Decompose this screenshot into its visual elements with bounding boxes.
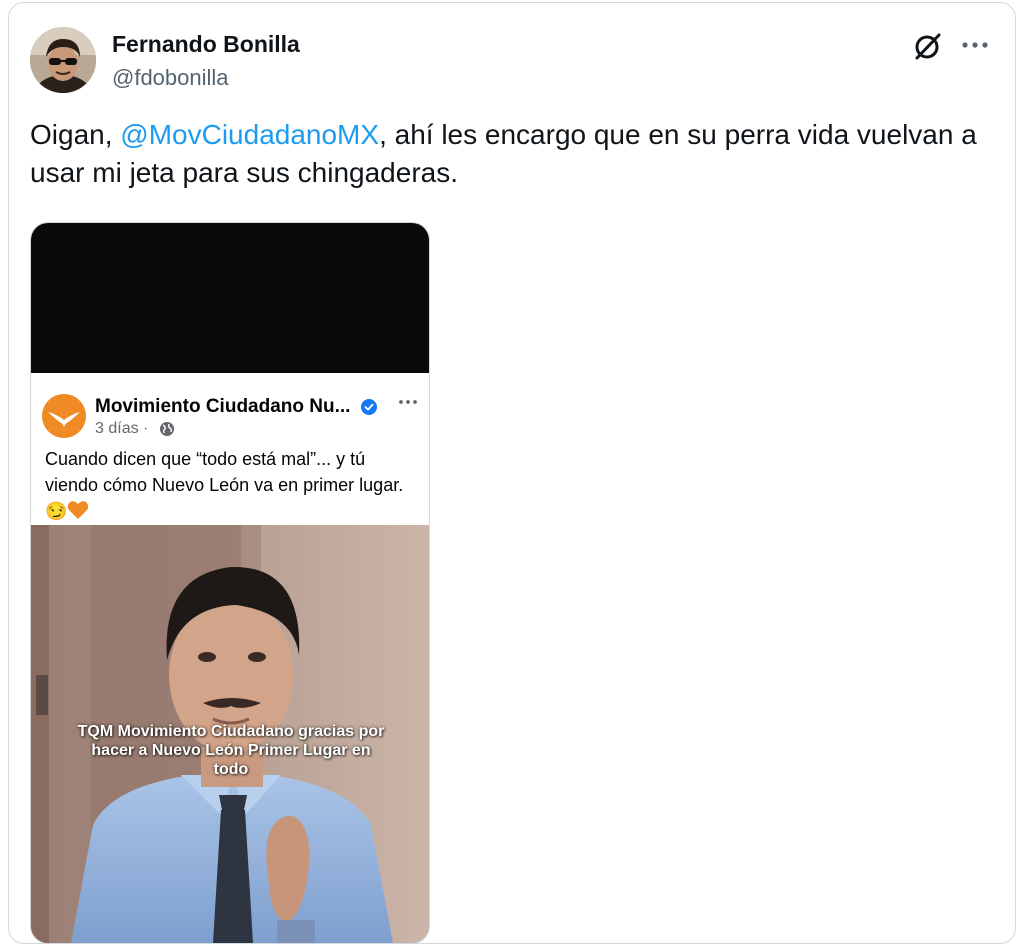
- embedded-post-body: Cuando dicen que “todo está mal”... y tú…: [45, 449, 404, 521]
- post-time: 3 días ·: [95, 420, 149, 437]
- meme-photo: TQM Movimiento Ciudadano gracias por hac…: [31, 525, 429, 943]
- page-name: Movimiento Ciudadano Nu...: [95, 396, 351, 417]
- grok-icon[interactable]: [912, 30, 944, 62]
- meme-caption: TQM Movimiento Ciudadano gracias por hac…: [77, 723, 385, 778]
- more-icon[interactable]: [960, 30, 990, 60]
- author-handle[interactable]: @fdobonilla: [112, 64, 229, 92]
- screenshot-black-top: [31, 223, 429, 373]
- embedded-post-text: Cuando dicen que “todo está mal”... y tú…: [45, 446, 415, 527]
- globe-icon: [159, 421, 175, 437]
- author-name[interactable]: Fernando Bonilla: [112, 30, 300, 58]
- mention-link[interactable]: @MovCiudadanoMX: [120, 119, 379, 150]
- orange-heart-icon: [67, 500, 89, 527]
- movimiento-ciudadano-logo: [42, 394, 86, 438]
- media-attachment[interactable]: Movimiento Ciudadano Nu... 3 días · Cuan…: [30, 222, 430, 944]
- verified-badge-icon: [361, 399, 377, 415]
- post-more-icon: [397, 395, 419, 407]
- avatar[interactable]: [30, 27, 96, 93]
- tweet-text-start: Oigan,: [30, 119, 121, 150]
- tweet-text: Oigan, @MovCiudadanoMX, ahí les encargo …: [30, 116, 1000, 192]
